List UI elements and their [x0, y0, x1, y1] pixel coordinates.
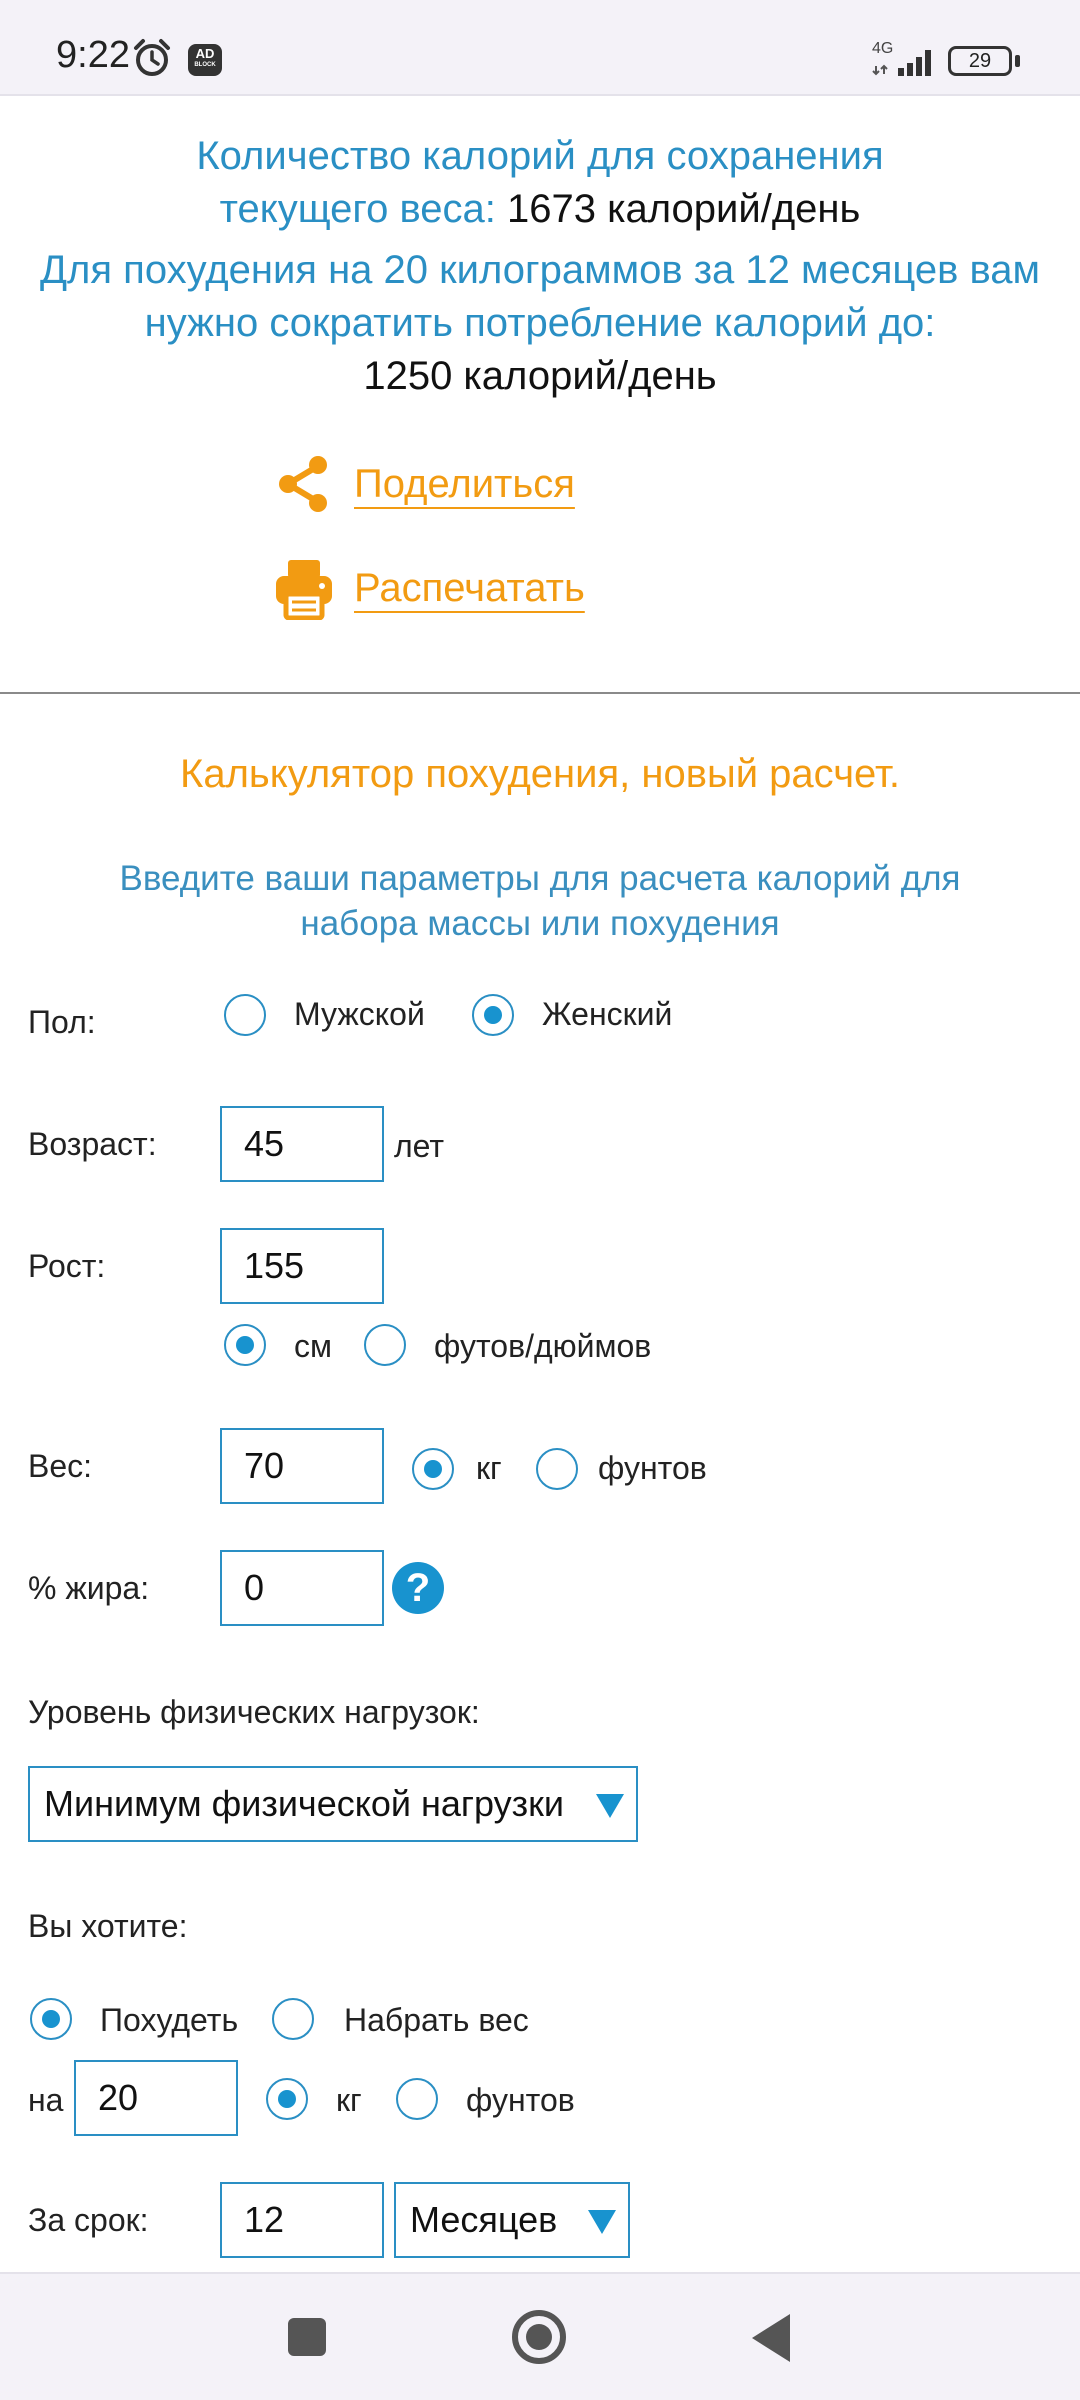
age-unit: лет [394, 1128, 445, 1164]
gender-label: Пол: [28, 1004, 96, 1040]
gender-male-radio[interactable] [224, 994, 266, 1036]
share-link[interactable]: Поделиться [272, 452, 575, 516]
status-bar: 9:22 AD BLOCK 4G 29 [0, 0, 1080, 96]
dropdown-arrow-icon [588, 2210, 616, 2234]
gender-female-label[interactable]: Женский [542, 996, 672, 1033]
height-ft-radio[interactable] [364, 1324, 406, 1366]
gender-male-label[interactable]: Мужской [294, 996, 425, 1033]
alarm-icon [134, 39, 170, 76]
weight-label: Вес: [28, 1448, 93, 1484]
adblock-icon: AD BLOCK [188, 44, 222, 76]
period-unit-value: Месяцев [410, 2199, 558, 2240]
weight-kg-label[interactable]: кг [476, 1450, 502, 1487]
weight-lb-radio[interactable] [536, 1448, 578, 1490]
height-ft-label[interactable]: футов/дюймов [434, 1328, 651, 1365]
home-icon[interactable] [512, 2310, 566, 2364]
signal-icon [872, 50, 931, 76]
amount-input[interactable] [74, 2060, 238, 2136]
loss-calories-value: 1250 калорий/день [363, 354, 717, 398]
loss-calories-label: Для похудения на 20 килограммов за 12 ме… [39, 248, 1041, 345]
body-fat-input[interactable] [220, 1550, 384, 1626]
help-icon[interactable]: ? [392, 1562, 444, 1614]
weight-input[interactable] [220, 1428, 384, 1504]
period-unit-select[interactable]: Месяцев [394, 2182, 630, 2258]
dropdown-arrow-icon [596, 1794, 624, 1818]
print-link[interactable]: Распечатать [272, 556, 585, 620]
recent-apps-icon[interactable] [288, 2318, 326, 2356]
amount-kg-radio[interactable] [266, 2078, 308, 2120]
activity-label: Уровень физических нагрузок: [28, 1694, 480, 1730]
battery-icon: 29 [948, 46, 1020, 76]
amount-kg-label[interactable]: кг [336, 2082, 362, 2119]
calculator-title: Калькулятор похудения, новый расчет. [180, 752, 900, 796]
activity-select[interactable]: Минимум физической нагрузки [28, 1766, 638, 1842]
amount-label: на [28, 2082, 64, 2118]
height-input[interactable] [220, 1228, 384, 1304]
activity-selected-value: Минимум физической нагрузки [44, 1783, 565, 1824]
goal-lose-label[interactable]: Похудеть [100, 2002, 238, 2039]
height-label: Рост: [28, 1248, 106, 1284]
share-icon [279, 456, 327, 512]
printer-icon [276, 560, 332, 620]
maintain-calories-text: Количество калорий для сохранения текуще… [0, 130, 1080, 236]
period-label: За срок: [28, 2202, 149, 2238]
age-label: Возраст: [28, 1126, 157, 1162]
print-link-label: Распечатать [354, 565, 585, 610]
goal-lose-radio[interactable] [30, 1998, 72, 2040]
calculator-subtitle: Введите ваши параметры для расчета калор… [119, 859, 961, 943]
weight-lb-label[interactable]: фунтов [598, 1450, 707, 1487]
goal-gain-radio[interactable] [272, 1998, 314, 2040]
age-input[interactable] [220, 1106, 384, 1182]
status-time: 9:22 [56, 34, 130, 76]
period-input[interactable] [220, 2182, 384, 2258]
results-panel: Количество калорий для сохранения текуще… [0, 130, 1080, 403]
amount-lb-radio[interactable] [396, 2078, 438, 2120]
maintain-calories-value: 1673 калорий/день [507, 187, 861, 231]
weight-kg-radio[interactable] [412, 1448, 454, 1490]
amount-lb-label[interactable]: фунтов [466, 2082, 575, 2119]
height-cm-label[interactable]: см [294, 1328, 332, 1365]
height-cm-radio[interactable] [224, 1324, 266, 1366]
goal-gain-label[interactable]: Набрать вес [344, 2002, 529, 2039]
divider [0, 692, 1080, 694]
gender-female-radio[interactable] [472, 994, 514, 1036]
navigation-bar [0, 2272, 1080, 2400]
share-link-label: Поделиться [354, 461, 575, 506]
body-fat-label: % жира: [28, 1570, 150, 1606]
back-icon[interactable] [752, 2314, 790, 2362]
goal-label: Вы хотите: [28, 1908, 188, 1944]
battery-level: 29 [948, 46, 1012, 76]
